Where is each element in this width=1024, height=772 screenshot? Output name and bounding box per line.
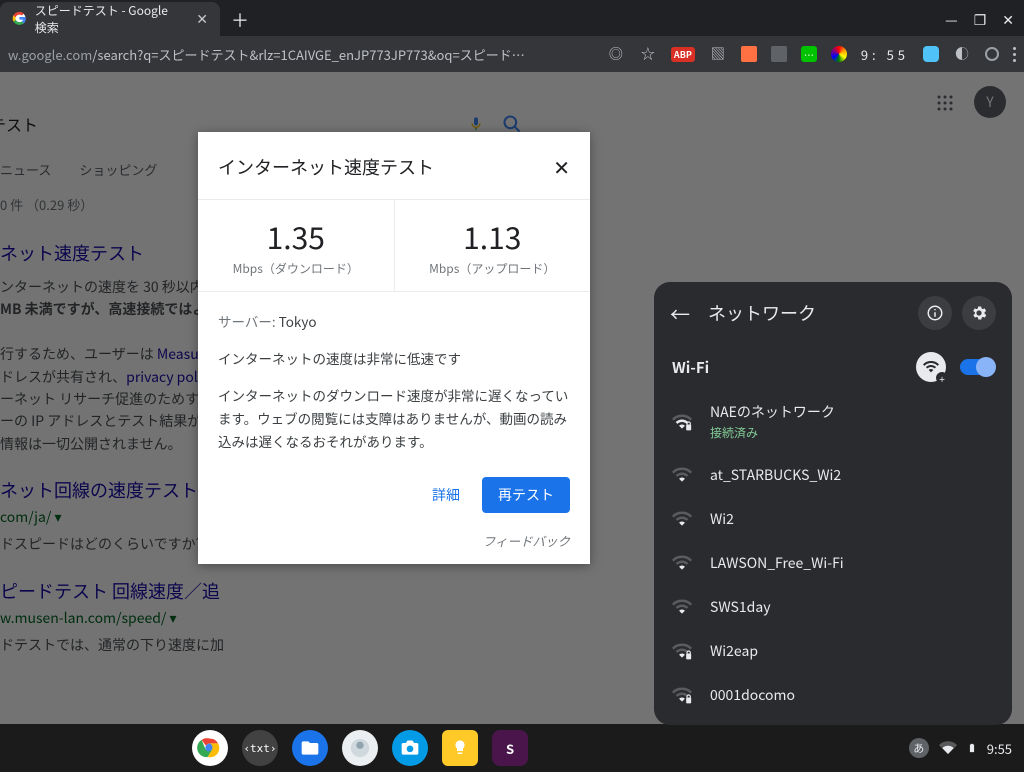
wifi-ssid: LAWSON_Free_Wi-Fi [710,553,844,573]
tab-title: スピードテスト - Google 検索 [35,2,183,36]
shelf-wifi-icon[interactable] [939,739,957,757]
wifi-signal-icon [672,553,692,573]
wifi-ssid: Wi2eap [710,641,758,661]
slack-app-icon[interactable]: S [492,730,528,766]
google-favicon [12,11,27,27]
upload-label: Mbps（アップロード） [395,260,591,277]
wifi-network-item[interactable]: 0001docomo [654,673,1012,717]
add-network-icon[interactable] [916,352,946,382]
extension-icon-6[interactable] [985,47,999,61]
retest-button[interactable]: 再テスト [482,477,570,513]
network-panel-title: ネットワーク [708,300,816,326]
extension-icon-4[interactable] [923,46,939,62]
network-panel: ← ネットワーク Wi-Fi NAEのネットワーク接続済み [654,282,1012,725]
files-app-icon[interactable] [292,730,328,766]
wifi-signal-icon [672,412,692,432]
wifi-ssid: SWS1day [710,597,771,617]
wifi-signal-icon [672,641,692,661]
browser-menu-icon[interactable] [1013,47,1016,62]
browser-tab[interactable]: スピードテスト - Google 検索 ✕ [0,2,220,36]
wifi-ssid: 0001docomo [710,685,795,705]
download-value: 1.35 [198,214,394,258]
close-window-icon[interactable]: ✕ [1002,10,1014,30]
window-controls: — ❐ ✕ [945,10,1024,36]
back-icon[interactable]: ← [670,299,690,328]
details-button[interactable]: 詳細 [422,477,470,513]
tab-bar: スピードテスト - Google 検索 ✕ ＋ — ❐ ✕ [0,0,1024,36]
wifi-network-item[interactable]: Wi2eap [654,629,1012,673]
wifi-signal-icon [672,685,692,705]
wifi-network-item[interactable]: LAWSON_Free_Wi-Fi [654,541,1012,585]
wifi-status: 接続済み [710,424,835,441]
extension-icon-3[interactable] [771,46,787,62]
app-icon-4[interactable] [342,730,378,766]
info-icon[interactable] [918,296,952,330]
dialog-title: インターネット速度テスト [218,154,434,180]
settings-gear-icon[interactable] [962,296,996,330]
download-metric: 1.35 Mbps（ダウンロード） [198,200,394,291]
wifi-ssid: NAEのネットワーク [710,402,835,422]
new-tab-button[interactable]: ＋ [226,6,254,34]
ime-indicator[interactable]: あ [909,738,929,758]
text-app-icon[interactable]: ‹txt› [242,730,278,766]
speedtest-dialog: インターネット速度テスト ✕ 1.35 Mbps（ダウンロード） 1.13 Mb… [198,132,590,564]
line-extension-icon[interactable]: … [801,46,817,62]
dialog-summary: インターネットの速度は非常に低速です [218,347,570,370]
feedback-link[interactable]: フィードバック [198,531,590,564]
star-icon[interactable]: ☆ [639,45,657,63]
wifi-network-item[interactable]: Wi2 [654,497,1012,541]
chrome-app-icon[interactable] [192,730,228,766]
server-row: サーバー: Tokyo [218,310,570,333]
battery-icon[interactable] [967,739,977,757]
toolbar: w.google.com/search?q=スピードテスト&rlz=1CAIVG… [0,36,1024,72]
location-icon[interactable]: ◎ [607,45,625,63]
colorwheel-extension-icon[interactable] [831,46,847,62]
camera-app-icon[interactable] [392,730,428,766]
wifi-network-item[interactable]: at_STARBUCKS_Wi2 [654,453,1012,497]
tab-close-icon[interactable]: ✕ [196,9,208,29]
shelf: ‹txt› S あ 9:55 [0,724,1024,772]
wifi-ssid: at_STARBUCKS_Wi2 [710,465,841,485]
minimize-icon[interactable]: — [945,10,958,30]
upload-value: 1.13 [395,214,591,258]
wifi-signal-icon [672,597,692,617]
wifi-ssid: Wi2 [710,509,734,529]
wifi-section-label: Wi-Fi [672,357,709,378]
omnibox-path: /search?q=スピードテスト&rlz=1CAIVGE_enJP773JP7… [92,45,524,64]
extension-icon-2[interactable] [741,46,757,62]
adblock-extension-icon[interactable]: ABP [671,47,695,62]
maximize-icon[interactable]: ❐ [974,10,987,30]
upload-metric: 1.13 Mbps（アップロード） [394,200,591,291]
keep-app-icon[interactable] [442,730,478,766]
extension-icon-1[interactable]: ▧ [709,45,727,63]
wifi-signal-icon [672,465,692,485]
wifi-signal-icon [672,509,692,529]
dialog-close-icon[interactable]: ✕ [553,152,570,181]
wifi-network-item[interactable]: SWS1day [654,585,1012,629]
omnibox[interactable]: w.google.com/search?q=スピードテスト&rlz=1CAIVG… [8,45,525,64]
omnibox-host: w.google.com [8,45,92,64]
extension-icon-5[interactable]: ◐ [953,45,971,63]
wifi-toggle[interactable] [960,359,994,375]
wifi-network-item[interactable]: NAEのネットワーク接続済み [654,390,1012,453]
download-label: Mbps（ダウンロード） [198,260,394,277]
shelf-clock[interactable]: 9:55 [987,739,1012,758]
dialog-detail: インターネットのダウンロード速度が非常に遅くなっています。ウェブの閲覧には支障は… [218,384,570,453]
extension-clock: 9: 55 [861,45,909,64]
